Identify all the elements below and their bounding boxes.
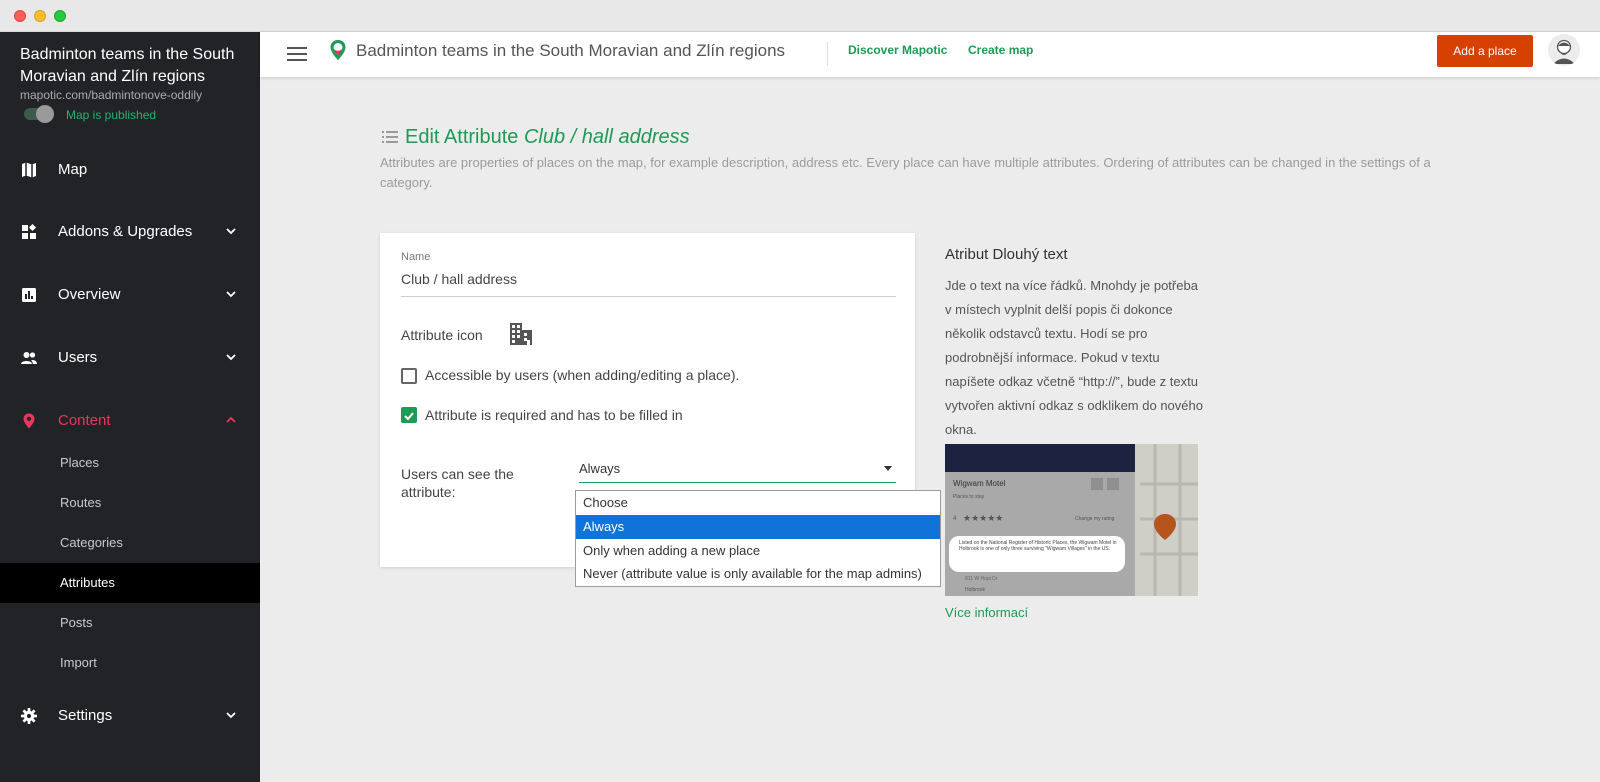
mapotic-logo-icon[interactable] — [328, 38, 348, 62]
sidebar-item-settings[interactable]: Settings — [0, 696, 260, 736]
preview-stars: ★★★★★ — [963, 514, 1003, 524]
sidebar-subitem-categories[interactable]: Categories — [0, 523, 260, 563]
attribute-type-description: Jde o text na více řádků. Mnohdy je potř… — [945, 278, 1203, 437]
attribute-preview-image: Wigwam Motel Places to stay 4 ★★★★★ Chan… — [945, 444, 1198, 596]
widgets-icon — [22, 223, 37, 239]
gear-icon — [21, 708, 37, 724]
avatar[interactable] — [1548, 34, 1580, 66]
required-checkbox-label: Attribute is required and has to be fill… — [425, 407, 683, 423]
preview-long-text: Listed on the National Register of Histo… — [959, 540, 1117, 552]
chevron-down-icon — [226, 712, 236, 719]
preview-city: Holbrook — [965, 587, 986, 593]
sidebar: Badminton teams in the South Moravian an… — [0, 32, 260, 782]
sidebar-subitem-label: Attributes — [60, 575, 115, 590]
preview-place-name: Wigwam Motel — [953, 479, 1006, 488]
sidebar-subitem-label: Categories — [60, 535, 123, 550]
sidebar-item-label: Map — [58, 161, 88, 178]
heading-attribute-name: Club / hall address — [523, 126, 690, 148]
sidebar-subitem-import[interactable]: Import — [0, 643, 260, 683]
menu-icon[interactable] — [286, 43, 308, 65]
minimize-window-button[interactable] — [34, 10, 46, 22]
name-field-label: Name — [401, 251, 431, 263]
preview-change-rating: Change my rating — [1075, 516, 1115, 522]
map-url[interactable]: mapotic.com/badmintonove-oddily — [20, 88, 202, 102]
sidebar-item-label: Content — [58, 412, 111, 429]
sidebar-subitem-posts[interactable]: Posts — [0, 603, 260, 643]
chevron-down-icon — [226, 291, 236, 298]
add-place-button[interactable]: Add a place — [1437, 35, 1533, 67]
chevron-down-icon — [226, 354, 236, 361]
publish-toggle[interactable] — [24, 105, 54, 123]
sidebar-item-map[interactable]: Map — [0, 150, 260, 190]
dropdown-option[interactable]: Choose — [576, 491, 940, 515]
window-titlebar — [0, 0, 1600, 32]
sidebar-item-overview[interactable]: Overview — [0, 275, 260, 315]
heading-prefix: Edit Attribute — [405, 126, 519, 148]
visibility-dropdown: Choose Always Only when adding a new pla… — [575, 490, 941, 587]
published-status: Map is published — [66, 108, 157, 122]
sidebar-item-label: Overview — [58, 286, 121, 303]
location-pin-icon — [23, 413, 35, 429]
sidebar-subitem-label: Import — [60, 655, 97, 670]
name-input-underline — [401, 296, 896, 297]
sidebar-subitem-label: Places — [60, 455, 100, 470]
sidebar-subitem-routes[interactable]: Routes — [0, 483, 260, 523]
sidebar-subitem-label: Posts — [60, 615, 93, 630]
map-icon — [22, 162, 36, 178]
accessible-checkbox-label: Accessible by users (when adding/editing… — [425, 367, 740, 383]
page-description: Attributes are properties of places on t… — [380, 155, 1431, 190]
chart-icon — [22, 288, 36, 302]
users-icon — [21, 352, 37, 364]
chevron-down-icon — [226, 228, 236, 235]
sidebar-subitem-attributes[interactable]: Attributes — [0, 563, 260, 603]
visibility-select[interactable]: Always — [579, 455, 896, 483]
building-icon[interactable] — [508, 321, 534, 347]
close-window-button[interactable] — [14, 10, 26, 22]
top-bar: Badminton teams in the South Moravian an… — [260, 32, 1600, 77]
caret-down-icon — [884, 466, 892, 471]
sidebar-item-label: Users — [58, 349, 98, 366]
sidebar-item-label: Addons & Upgrades — [58, 223, 193, 240]
preview-long-text-body: Listed on the National Register of Histo… — [959, 540, 1117, 552]
create-map-link[interactable]: Create map — [968, 43, 1033, 57]
more-info-link[interactable]: Více informací — [945, 605, 1028, 620]
visibility-label: Users can see the attribute: — [401, 466, 514, 500]
maximize-window-button[interactable] — [54, 10, 66, 22]
visibility-select-value: Always — [579, 461, 621, 476]
edit-attribute-heading: Edit Attribute Club / hall address — [405, 126, 690, 149]
name-input[interactable]: Club / hall address — [401, 271, 517, 287]
toggle-knob — [36, 105, 54, 123]
attribute-icon-label: Attribute icon — [401, 327, 483, 343]
preview-place-category: Places to stay — [953, 494, 985, 500]
dropdown-option-selected[interactable]: Always — [576, 515, 940, 539]
accessible-checkbox[interactable] — [401, 368, 417, 384]
list-icon — [382, 131, 398, 143]
sidebar-item-content[interactable]: Content — [0, 401, 260, 441]
sidebar-item-users[interactable]: Users — [0, 338, 260, 378]
attribute-type-title: Atribut Dlouhý text — [945, 246, 1068, 263]
divider — [827, 42, 828, 66]
discover-mapotic-link[interactable]: Discover Mapotic — [848, 43, 947, 57]
page-title: Badminton teams in the South Moravian an… — [356, 41, 786, 60]
chevron-up-icon — [226, 416, 236, 423]
sidebar-item-addons[interactable]: Addons & Upgrades — [0, 212, 260, 252]
sidebar-subitem-places[interactable]: Places — [0, 443, 260, 483]
dropdown-option[interactable]: Only when adding a new place — [576, 539, 940, 563]
required-checkbox[interactable] — [401, 407, 417, 423]
sidebar-item-label: Settings — [58, 707, 113, 724]
dropdown-option[interactable]: Never (attribute value is only available… — [576, 562, 940, 586]
sidebar-subitem-label: Routes — [60, 495, 102, 510]
preview-address-line: 811 W Hopi Dr — [965, 576, 998, 582]
checkmark-icon — [404, 412, 414, 421]
map-title: Badminton teams in the South Moravian an… — [20, 46, 235, 85]
